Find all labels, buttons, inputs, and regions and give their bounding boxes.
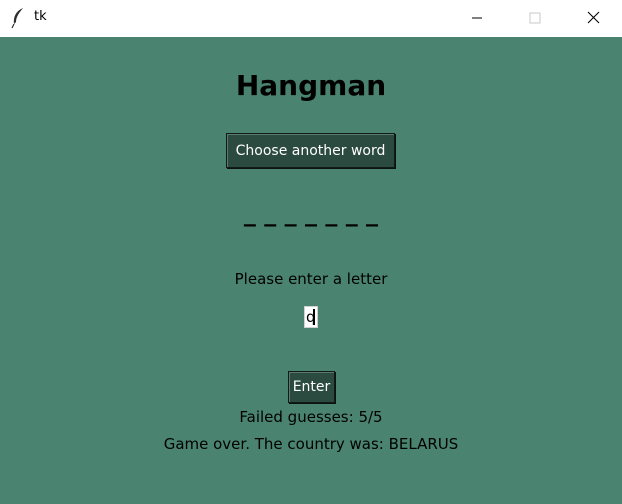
feather-icon bbox=[11, 7, 25, 29]
text-caret bbox=[313, 309, 315, 325]
choose-another-word-button[interactable]: Choose another word bbox=[226, 133, 395, 168]
failed-guesses-label: Failed guesses: 5/5 bbox=[239, 408, 383, 426]
letter-input[interactable] bbox=[304, 306, 318, 328]
prompt-label: Please enter a letter bbox=[234, 270, 388, 288]
maximize-button[interactable] bbox=[512, 0, 558, 37]
page-title: Hangman bbox=[235, 69, 387, 102]
maximize-icon bbox=[529, 9, 541, 28]
close-icon bbox=[587, 9, 600, 28]
game-panel: Hangman Choose another word _ _ _ _ _ _ … bbox=[0, 37, 622, 504]
minimize-button[interactable] bbox=[454, 0, 500, 37]
minimize-icon bbox=[471, 9, 483, 28]
enter-button[interactable]: Enter bbox=[288, 371, 335, 403]
game-status-label: Game over. The country was: BELARUS bbox=[163, 435, 459, 453]
close-button[interactable] bbox=[570, 0, 616, 37]
window-title: tk bbox=[34, 9, 47, 24]
title-bar: tk bbox=[0, 0, 622, 37]
word-display: _ _ _ _ _ _ _ bbox=[243, 199, 379, 227]
